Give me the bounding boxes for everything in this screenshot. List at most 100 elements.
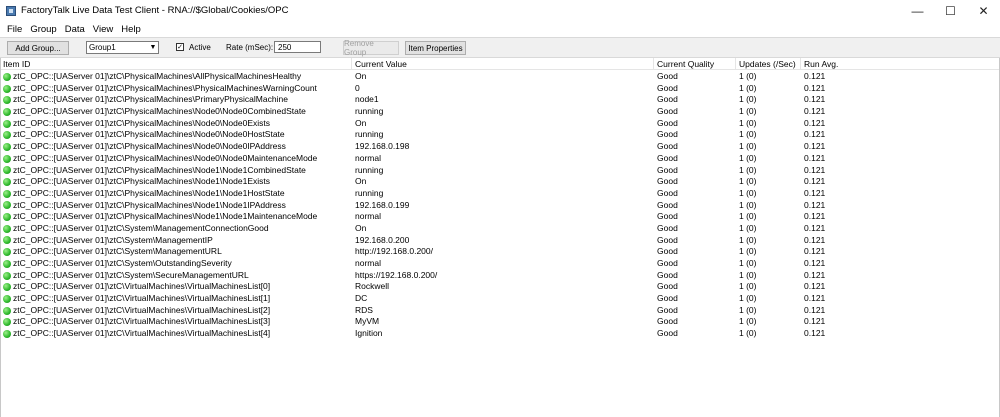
table-row[interactable]: ztC_OPC::[UAServer 01]\ztC\PhysicalMachi… — [0, 129, 1000, 141]
updates-cell: 1 (0) — [739, 246, 757, 257]
item-id-cell: ztC_OPC::[UAServer 01]\ztC\VirtualMachin… — [0, 316, 352, 328]
quality-cell: Good — [657, 71, 678, 81]
table-row[interactable]: ztC_OPC::[UAServer 01]\ztC\PhysicalMachi… — [0, 176, 1000, 188]
quality-cell: Good — [657, 293, 678, 304]
column-header-current-value[interactable]: Current Value — [352, 58, 654, 70]
table-row[interactable]: ztC_OPC::[UAServer 01]\ztC\PhysicalMachi… — [0, 153, 1000, 165]
current-value-cell: DC — [355, 293, 368, 304]
table-row[interactable]: ztC_OPC::[UAServer 01]\ztC\PhysicalMachi… — [0, 106, 1000, 118]
menu-help[interactable]: Help — [117, 24, 145, 35]
table-row[interactable]: ztC_OPC::[UAServer 01]\ztC\PhysicalMachi… — [0, 165, 1000, 177]
item-id-text: ztC_OPC::[UAServer 01]\ztC\VirtualMachin… — [13, 304, 271, 315]
current-value-cell: running — [355, 187, 384, 198]
updates-cell: 1 (0) — [739, 293, 757, 304]
item-id-text: ztC_OPC::[UAServer 01]\ztC\PhysicalMachi… — [13, 211, 318, 222]
run-avg-cell: 0.121 — [804, 199, 826, 210]
table-row[interactable]: ztC_OPC::[UAServer 01]\ztC\PhysicalMachi… — [0, 83, 1000, 95]
item-id-cell: ztC_OPC::[UAServer 01]\ztC\PhysicalMachi… — [0, 153, 352, 165]
table-row[interactable]: ztC_OPC::[UAServer 01]\ztC\VirtualMachin… — [0, 293, 1000, 305]
item-id-text: ztC_OPC::[UAServer 01]\ztC\PhysicalMachi… — [13, 164, 306, 175]
table-row[interactable]: ztC_OPC::[UAServer 01]\ztC\PhysicalMachi… — [0, 118, 1000, 130]
status-good-icon — [3, 166, 11, 175]
item-id-text: ztC_OPC::[UAServer 01]\ztC\System\Manage… — [13, 234, 213, 245]
column-header-run-avg[interactable]: Run Avg. — [801, 58, 1000, 70]
table-row[interactable]: ztC_OPC::[UAServer 01]\ztC\System\Manage… — [0, 235, 1000, 247]
table-header: Item ID Current Value Current Quality Up… — [0, 58, 1000, 70]
run-avg-cell: 0.121 — [804, 176, 826, 187]
table-row[interactable]: ztC_OPC::[UAServer 01]\ztC\System\Outsta… — [0, 258, 1000, 270]
table-row[interactable]: ztC_OPC::[UAServer 01]\ztC\VirtualMachin… — [0, 281, 1000, 293]
window-controls: — ☐ ✕ — [901, 0, 1000, 21]
updates-cell: 1 (0) — [739, 82, 757, 93]
item-id-cell: ztC_OPC::[UAServer 01]\ztC\PhysicalMachi… — [0, 200, 352, 212]
item-id-cell: ztC_OPC::[UAServer 01]\ztC\System\Secure… — [0, 270, 352, 282]
table-row[interactable]: ztC_OPC::[UAServer 01]\ztC\PhysicalMachi… — [0, 94, 1000, 106]
column-header-item-id[interactable]: Item ID — [0, 58, 352, 70]
current-value-cell: 0 — [355, 82, 360, 93]
table-row[interactable]: ztC_OPC::[UAServer 01]\ztC\System\Manage… — [0, 223, 1000, 235]
current-value-cell: normal — [355, 258, 381, 268]
run-avg-cell: 0.121 — [804, 187, 826, 198]
run-avg-cell: 0.121 — [804, 211, 826, 222]
run-avg-cell: 0.121 — [804, 117, 826, 128]
status-good-icon — [3, 107, 11, 116]
item-id-text: ztC_OPC::[UAServer 01]\ztC\PhysicalMachi… — [13, 129, 285, 140]
quality-cell: Good — [657, 328, 678, 339]
current-value-cell: On — [355, 71, 367, 81]
item-properties-button[interactable]: Item Properties — [405, 41, 466, 55]
chevron-down-icon: ▼ — [148, 42, 158, 53]
updates-cell: 1 (0) — [739, 71, 757, 81]
menu-group[interactable]: Group — [26, 24, 60, 35]
table-row[interactable]: ztC_OPC::[UAServer 01]\ztC\PhysicalMachi… — [0, 71, 1000, 83]
item-id-cell: ztC_OPC::[UAServer 01]\ztC\PhysicalMachi… — [0, 188, 352, 200]
run-avg-cell: 0.121 — [804, 106, 826, 117]
item-id-cell: ztC_OPC::[UAServer 01]\ztC\VirtualMachin… — [0, 305, 352, 317]
item-id-cell: ztC_OPC::[UAServer 01]\ztC\PhysicalMachi… — [0, 176, 352, 188]
table-row[interactable]: ztC_OPC::[UAServer 01]\ztC\PhysicalMachi… — [0, 200, 1000, 212]
updates-cell: 1 (0) — [739, 304, 757, 315]
menu-view[interactable]: View — [89, 24, 117, 35]
quality-cell: Good — [657, 152, 678, 163]
run-avg-cell: 0.121 — [804, 234, 826, 245]
table-row[interactable]: ztC_OPC::[UAServer 01]\ztC\System\Secure… — [0, 270, 1000, 282]
column-header-current-quality[interactable]: Current Quality — [654, 58, 736, 70]
run-avg-cell: 0.121 — [804, 152, 826, 163]
table-row[interactable]: ztC_OPC::[UAServer 01]\ztC\VirtualMachin… — [0, 305, 1000, 317]
table-row[interactable]: ztC_OPC::[UAServer 01]\ztC\PhysicalMachi… — [0, 141, 1000, 153]
rate-input[interactable]: 250 — [274, 41, 321, 53]
add-group-button[interactable]: Add Group... — [7, 41, 69, 55]
table-row[interactable]: ztC_OPC::[UAServer 01]\ztC\VirtualMachin… — [0, 316, 1000, 328]
current-value-cell: On — [355, 176, 367, 187]
menu-file[interactable]: File — [3, 24, 26, 35]
close-button[interactable]: ✕ — [967, 0, 1000, 21]
updates-cell: 1 (0) — [739, 328, 757, 339]
current-value-cell: 192.168.0.198 — [355, 141, 410, 152]
current-value-cell: running — [355, 106, 384, 117]
status-good-icon — [3, 248, 11, 257]
status-good-icon — [3, 224, 11, 233]
item-id-cell: ztC_OPC::[UAServer 01]\ztC\System\Manage… — [0, 235, 352, 247]
item-id-text: ztC_OPC::[UAServer 01]\ztC\PhysicalMachi… — [13, 94, 288, 105]
column-header-updates[interactable]: Updates (/Sec) — [736, 58, 801, 70]
status-good-icon — [3, 142, 11, 151]
table-row[interactable]: ztC_OPC::[UAServer 01]\ztC\PhysicalMachi… — [0, 211, 1000, 223]
remove-group-button[interactable]: Remove Group — [343, 39, 399, 57]
table-row[interactable]: ztC_OPC::[UAServer 01]\ztC\PhysicalMachi… — [0, 188, 1000, 200]
quality-cell: Good — [657, 187, 678, 198]
run-avg-cell: 0.121 — [804, 316, 826, 327]
updates-cell: 1 (0) — [739, 117, 757, 128]
quality-cell: Good — [657, 234, 678, 245]
items-table: Item ID Current Value Current Quality Up… — [0, 58, 1000, 417]
table-row[interactable]: ztC_OPC::[UAServer 01]\ztC\System\Manage… — [0, 246, 1000, 258]
menu-data[interactable]: Data — [61, 24, 89, 35]
run-avg-cell: 0.121 — [804, 129, 826, 140]
table-row[interactable]: ztC_OPC::[UAServer 01]\ztC\VirtualMachin… — [0, 328, 1000, 340]
minimize-button[interactable]: — — [901, 0, 934, 21]
group-select[interactable]: Group1 ▼ — [86, 41, 159, 54]
status-good-icon — [3, 259, 11, 268]
status-good-icon — [3, 329, 11, 338]
maximize-button[interactable]: ☐ — [934, 0, 967, 21]
updates-cell: 1 (0) — [739, 164, 757, 175]
updates-cell: 1 (0) — [739, 234, 757, 245]
active-checkbox[interactable]: ✓ — [176, 43, 184, 51]
